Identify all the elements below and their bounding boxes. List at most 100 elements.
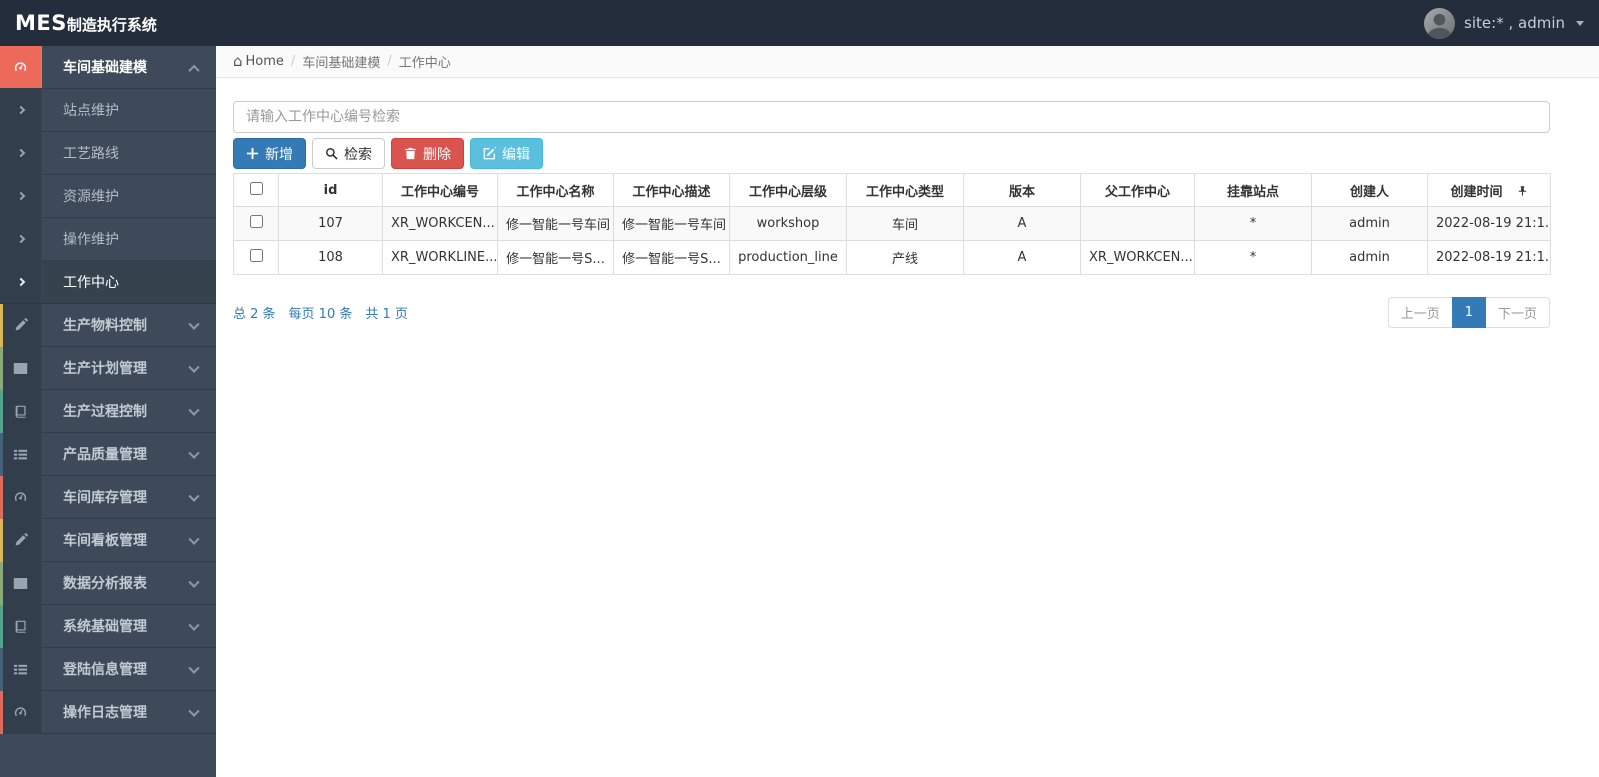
sidebar-item-kanban-management[interactable]: 车间看板管理: [0, 519, 216, 562]
chevron-down-icon: [188, 660, 200, 679]
user-label: site:* , admin: [1464, 14, 1565, 32]
cell-created: 2022-08-19 21:1...: [1427, 240, 1551, 275]
chevron-down-icon: [188, 574, 200, 593]
gauge-icon: [0, 46, 42, 88]
delete-button[interactable]: 删除: [391, 138, 464, 169]
current-page-button[interactable]: 1: [1451, 297, 1486, 328]
toolbar: 新增 检索 删除 编辑: [233, 138, 1583, 169]
sidebar-item-process-control[interactable]: 生产过程控制: [0, 390, 216, 433]
sidebar-item-operation-log[interactable]: 操作日志管理: [0, 691, 216, 734]
sidebar-item-station-maintenance[interactable]: 站点维护: [0, 89, 216, 132]
sidebar-item-operation-maintenance[interactable]: 操作维护: [0, 218, 216, 261]
main-content: ⌂ Home / 车间基础建模 / 工作中心 新增 检索 删除 编辑: [216, 46, 1599, 328]
sidebar-item-material-control[interactable]: 生产物料控制: [0, 304, 216, 347]
breadcrumb-page: 工作中心: [398, 56, 451, 71]
accent-strip: [0, 562, 3, 605]
plus-icon: [246, 147, 259, 160]
select-all-cell: [233, 173, 279, 207]
home-icon: ⌂: [233, 52, 243, 70]
sidebar-item-quality-management[interactable]: 产品质量管理: [0, 433, 216, 476]
sidebar-item-label: 工艺路线: [63, 146, 119, 162]
sidebar-item-work-center[interactable]: 工作中心: [0, 261, 216, 304]
chevron-right-icon: [0, 132, 42, 174]
chevron-down-icon: [188, 445, 200, 464]
chevron-right-icon: [0, 261, 42, 303]
accent-strip: [0, 390, 3, 433]
col-header-creator: 创建人: [1311, 173, 1428, 207]
search-icon: [326, 148, 338, 160]
work-center-table: id 工作中心编号 工作中心名称 工作中心描述 工作中心层级 工作中心类型 版本…: [233, 173, 1551, 275]
pager: 上一页 1 下一页: [1387, 297, 1550, 328]
chevron-up-icon: [188, 58, 200, 77]
pagination-summary: 总 2 条 每页 10 条 共 1 页: [233, 303, 408, 322]
col-header-version: 版本: [963, 173, 1081, 207]
cell-station: *: [1194, 206, 1312, 241]
user-menu[interactable]: site:* , admin: [1424, 7, 1584, 39]
col-header-desc: 工作中心描述: [613, 173, 730, 207]
sidebar-item-label: 产品质量管理: [63, 447, 147, 463]
pencil-icon: [0, 519, 42, 561]
cell-parent: [1080, 206, 1195, 241]
gauge-icon: [0, 476, 42, 518]
sidebar-item-label: 操作日志管理: [63, 705, 147, 721]
sidebar-item-process-route[interactable]: 工艺路线: [0, 132, 216, 175]
cell-id: 107: [278, 206, 383, 241]
chevron-down-icon: [188, 488, 200, 507]
sidebar-item-label: 生产计划管理: [63, 361, 147, 377]
per-page-count: 每页 10 条: [288, 307, 353, 322]
book-icon: [0, 390, 42, 432]
sidebar-item-login-info[interactable]: 登陆信息管理: [0, 648, 216, 691]
user-avatar: [1424, 7, 1456, 39]
table-row[interactable]: 107 XR_WORKCEN... 修一智能一号车间 修一智能一号车间 work…: [233, 206, 1551, 241]
sidebar-item-label: 登陆信息管理: [63, 662, 147, 678]
prev-page-button[interactable]: 上一页: [1387, 297, 1452, 328]
chevron-down-icon: [188, 316, 200, 335]
edit-icon: [483, 147, 496, 160]
chevron-down-icon: [188, 531, 200, 550]
search-button[interactable]: 检索: [312, 138, 385, 169]
accent-strip: [0, 605, 3, 648]
sidebar-item-data-report[interactable]: 数据分析报表: [0, 562, 216, 605]
cell-level: workshop: [729, 206, 847, 241]
row-checkbox[interactable]: [249, 249, 263, 262]
breadcrumb: ⌂ Home / 车间基础建模 / 工作中心: [216, 46, 1599, 78]
columns-icon: [0, 562, 42, 604]
pin-icon[interactable]: [1517, 185, 1528, 197]
chevron-down-icon: [188, 359, 200, 378]
sidebar-item-inventory-management[interactable]: 车间库存管理: [0, 476, 216, 519]
sidebar-item-resource-maintenance[interactable]: 资源维护: [0, 175, 216, 218]
breadcrumb-separator: /: [387, 54, 392, 69]
add-button[interactable]: 新增: [233, 138, 306, 169]
cell-name: 修一智能一号车间: [497, 206, 614, 241]
sidebar-item-system-management[interactable]: 系统基础管理: [0, 605, 216, 648]
col-header-id: id: [278, 173, 383, 207]
col-header-station: 挂靠站点: [1194, 173, 1312, 207]
chevron-right-icon: [0, 89, 42, 131]
col-header-name: 工作中心名称: [497, 173, 614, 207]
col-header-parent: 父工作中心: [1080, 173, 1195, 207]
accent-strip: [0, 347, 3, 390]
sidebar-item-label: 资源维护: [63, 189, 119, 205]
sidebar-item-workshop-modeling[interactable]: 车间基础建模: [0, 46, 216, 89]
chevron-down-icon: [188, 703, 200, 722]
breadcrumb-home-link[interactable]: ⌂ Home: [233, 52, 284, 70]
accent-strip: [0, 304, 3, 347]
cell-creator: admin: [1311, 240, 1428, 275]
table-header-row: id 工作中心编号 工作中心名称 工作中心描述 工作中心层级 工作中心类型 版本…: [233, 173, 1551, 207]
row-checkbox[interactable]: [249, 215, 263, 228]
next-page-button[interactable]: 下一页: [1485, 297, 1550, 328]
accent-strip: [0, 648, 3, 691]
search-input[interactable]: [233, 101, 1550, 133]
select-all-checkbox[interactable]: [249, 181, 263, 195]
sidebar-item-label: 站点维护: [63, 103, 119, 119]
sidebar-item-plan-management[interactable]: 生产计划管理: [0, 347, 216, 390]
accent-strip: [0, 519, 3, 562]
chevron-down-icon: [188, 617, 200, 636]
gauge-icon: [0, 691, 42, 733]
table-row[interactable]: 108 XR_WORKLINE... 修一智能一号S... 修一智能一号S...…: [233, 240, 1551, 275]
edit-button[interactable]: 编辑: [470, 138, 543, 169]
breadcrumb-section[interactable]: 车间基础建模: [302, 52, 380, 71]
cell-id: 108: [278, 240, 383, 275]
sidebar-item-label: 操作维护: [63, 232, 119, 248]
sidebar-item-label: 数据分析报表: [63, 576, 147, 592]
